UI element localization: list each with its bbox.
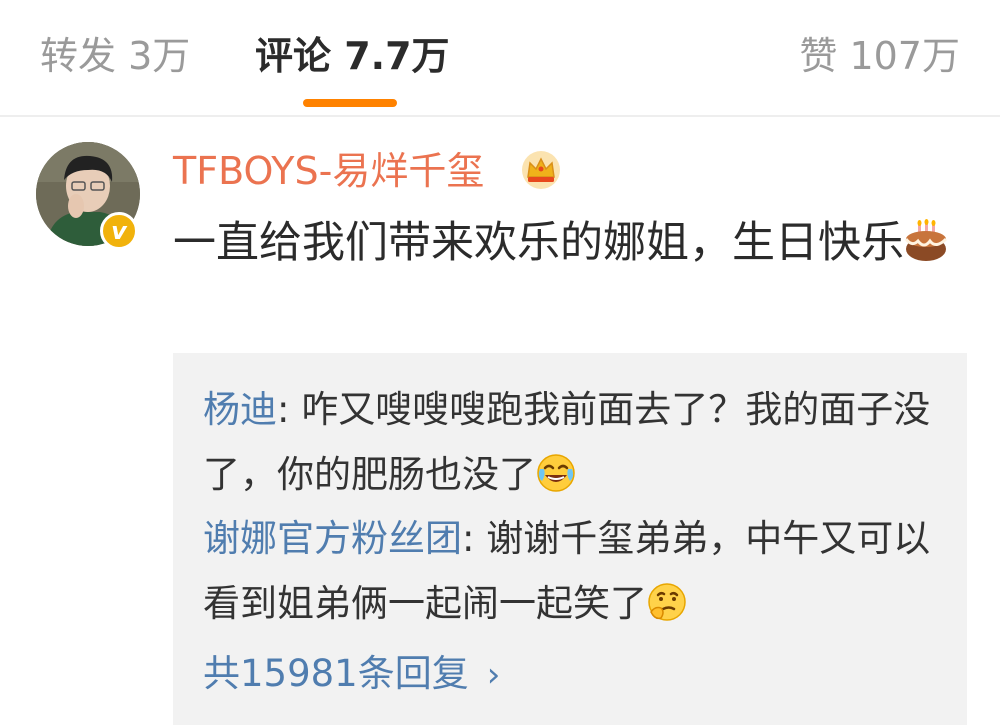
reply-separator: : xyxy=(277,388,302,431)
comment-tabs: 转发 3万 评论 7.7万 赞 107万 xyxy=(0,0,1000,112)
cake-icon xyxy=(904,218,948,262)
reply-separator: : xyxy=(462,517,487,560)
replies-panel: 杨迪: 咋又嗖嗖嗖跑我前面去了？我的面子没了，你的肥肠也没了 谢娜官方粉丝团: … xyxy=(173,353,967,725)
view-more-replies-link[interactable]: 共15981条回复 › xyxy=(203,641,500,708)
comment-username[interactable]: TFBOYS-易烊千玺 xyxy=(173,146,484,196)
divider xyxy=(0,115,1000,117)
more-replies-label: 共15981条回复 xyxy=(203,652,469,695)
comment-text: 一直给我们带来欢乐的娜姐，生日快乐 xyxy=(173,218,904,268)
laughing-tears-icon xyxy=(536,448,576,492)
active-tab-indicator xyxy=(303,99,397,107)
thinking-face-icon xyxy=(647,577,687,621)
reply-item: 杨迪: 咋又嗖嗖嗖跑我前面去了？我的面子没了，你的肥肠也没了 xyxy=(203,377,943,507)
crown-icon xyxy=(520,150,562,190)
reply-author[interactable]: 谢娜官方粉丝团 xyxy=(203,517,462,560)
reply-author[interactable]: 杨迪 xyxy=(203,388,277,431)
chevron-right-icon: › xyxy=(486,655,501,695)
tab-like[interactable]: 赞 107万 xyxy=(799,30,960,82)
verified-v-icon: v xyxy=(100,212,138,250)
tab-comment[interactable]: 评论 7.7万 xyxy=(255,30,450,82)
reply-item: 谢娜官方粉丝团: 谢谢千玺弟弟，中午又可以看到姐弟俩一起闹一起笑了 xyxy=(203,506,943,636)
tab-repost[interactable]: 转发 3万 xyxy=(40,30,190,82)
comment-body: 一直给我们带来欢乐的娜姐，生日快乐 xyxy=(173,212,953,275)
